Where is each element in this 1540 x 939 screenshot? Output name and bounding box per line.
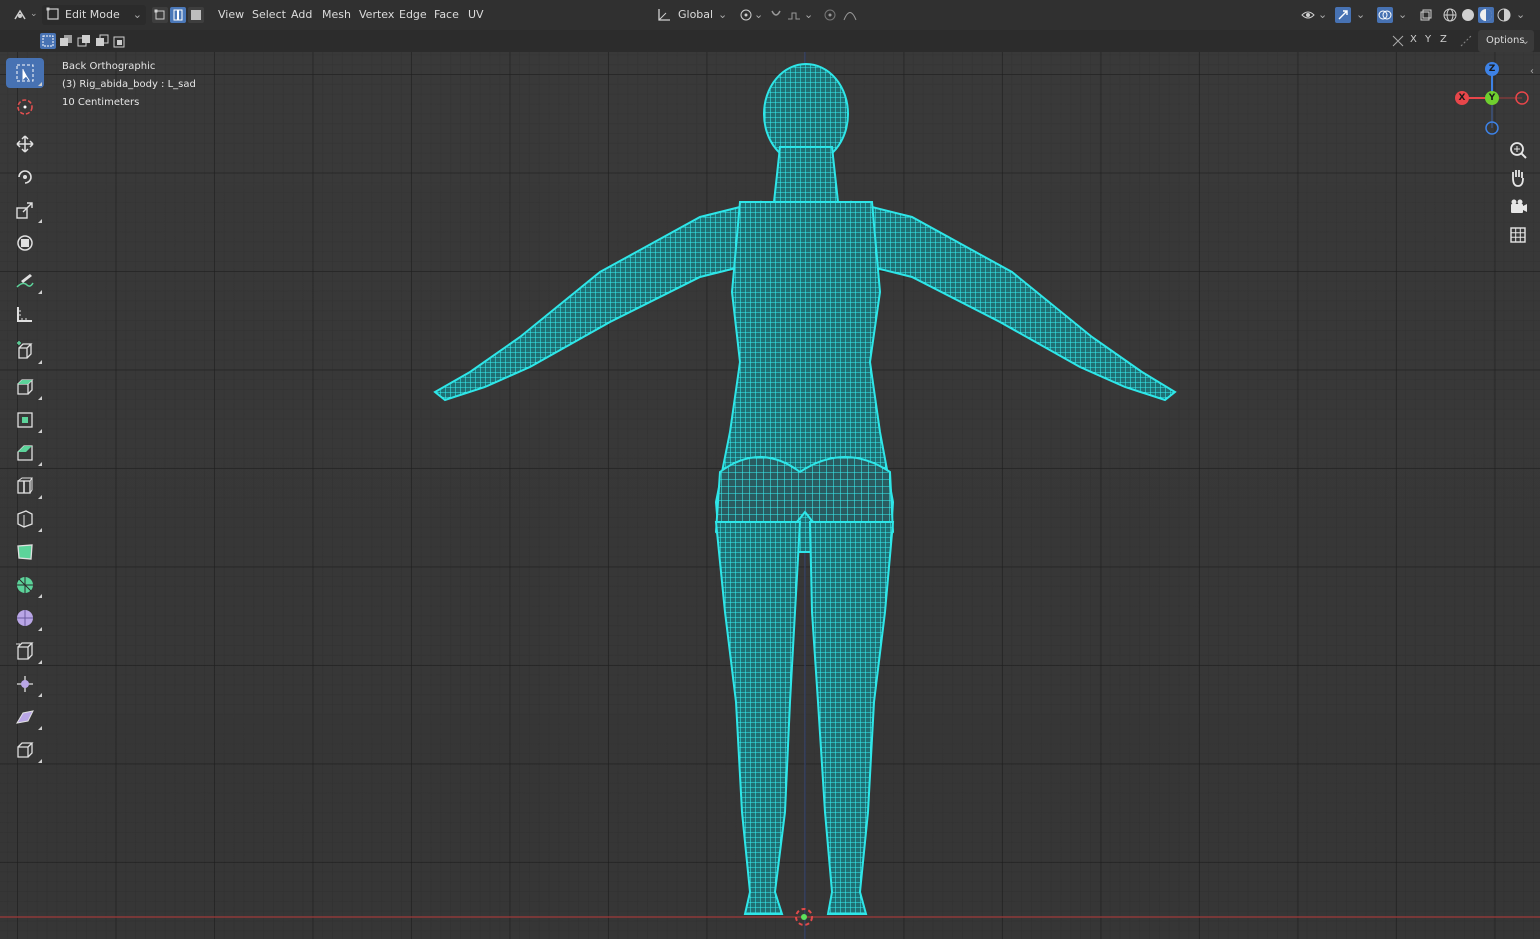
xray-icon[interactable] [1418, 7, 1434, 23]
overlays-icon[interactable] [1377, 7, 1393, 23]
gizmo-z-axis[interactable]: Z [1485, 62, 1499, 76]
smooth-tool[interactable] [6, 603, 44, 633]
menu-uv[interactable]: UV [468, 0, 484, 30]
menu-face[interactable]: Face [434, 0, 459, 30]
rotate-tool[interactable] [6, 162, 44, 192]
proportional-editing-icon[interactable] [822, 7, 838, 23]
chevron-down-icon: ⌄ [132, 8, 142, 21]
menu-select[interactable]: Select [252, 0, 286, 30]
chevron-down-icon[interactable]: ⌄ [718, 0, 727, 30]
options-label: Options [1486, 35, 1525, 46]
options-dropdown[interactable]: Options ⌄ [1478, 30, 1534, 52]
scale-tool[interactable] [6, 195, 44, 225]
select-box-tool[interactable] [6, 58, 44, 88]
pivot-point-icon[interactable] [738, 7, 754, 23]
knife-tool[interactable] [6, 504, 44, 534]
select-new-icon[interactable] [40, 33, 56, 49]
menu-view[interactable]: View [218, 0, 244, 30]
mirror-icon[interactable] [1390, 33, 1406, 49]
chevron-down-icon[interactable]: ⌄ [804, 0, 813, 30]
mirror-y-toggle[interactable]: Y [1425, 30, 1431, 50]
falloff-icon[interactable] [842, 7, 858, 23]
add-cube-tool[interactable] [6, 336, 44, 366]
wireframe-mesh[interactable] [0, 52, 1540, 939]
mirror-z-toggle[interactable]: Z [1440, 30, 1447, 50]
sidebar-toggle-icon[interactable]: ‹ [1530, 66, 1534, 77]
face-select-button[interactable] [188, 7, 204, 23]
chevron-down-icon[interactable]: ⌄ [1516, 0, 1525, 30]
solid-shading-icon[interactable] [1460, 7, 1476, 23]
edit-mode-icon [46, 7, 60, 24]
menu-edge[interactable]: Edge [399, 0, 427, 30]
tool-settings-bar: X Y Z Options ⌄ [0, 30, 1540, 52]
menu-vertex[interactable]: Vertex [359, 0, 394, 30]
measure-tool[interactable] [6, 299, 44, 329]
editor-type-icon[interactable] [12, 7, 28, 23]
gizmo-y-axis[interactable]: Y [1485, 91, 1499, 105]
camera-view-button[interactable] [1504, 193, 1532, 221]
snap-icon[interactable] [768, 7, 784, 23]
topology-mirror-icon[interactable] [1458, 33, 1474, 49]
move-tool[interactable] [6, 129, 44, 159]
spin-tool[interactable] [6, 570, 44, 600]
gizmo-toggle-icon[interactable] [1335, 7, 1351, 23]
chevron-down-icon[interactable]: ⌄ [1398, 0, 1407, 30]
chevron-down-icon[interactable]: ⌄ [1318, 0, 1327, 30]
mirror-x-toggle[interactable]: X [1410, 30, 1417, 50]
select-subtract-icon[interactable] [76, 33, 92, 49]
chevron-down-icon[interactable]: ⌄ [30, 9, 38, 19]
annotate-tool[interactable] [6, 266, 44, 296]
toggle-ortho-button[interactable] [1504, 221, 1532, 249]
poly-build-tool[interactable] [6, 537, 44, 567]
bevel-tool[interactable] [6, 438, 44, 468]
viewport-header: ⌄ Edit Mode ⌄ View Select Add Mesh Verte… [0, 0, 1540, 31]
3d-viewport[interactable] [0, 52, 1540, 939]
select-extend-icon[interactable] [58, 33, 74, 49]
chevron-down-icon: ⌄ [1520, 34, 1530, 47]
zoom-view-button[interactable] [1504, 136, 1532, 164]
pan-view-button[interactable] [1504, 164, 1532, 192]
gizmo-x-axis[interactable]: X [1455, 91, 1469, 105]
scale-info: 10 Centimeters [62, 97, 140, 108]
edge-slide-tool[interactable] [6, 636, 44, 666]
rendered-shading-icon[interactable] [1496, 7, 1512, 23]
transform-orientation-icon[interactable] [656, 7, 672, 23]
mode-selector[interactable]: Edit Mode ⌄ [42, 5, 146, 25]
visibility-icon[interactable] [1300, 7, 1316, 23]
cursor-tool[interactable] [6, 92, 44, 122]
orientation-label[interactable]: Global [678, 0, 713, 30]
wireframe-shading-icon[interactable] [1442, 7, 1458, 23]
object-info: (3) Rig_abida_body : L_sad [62, 79, 196, 90]
shear-tool[interactable] [6, 702, 44, 732]
material-shading-icon[interactable] [1478, 7, 1494, 23]
inset-faces-tool[interactable] [6, 405, 44, 435]
edge-select-button[interactable] [170, 7, 186, 23]
shrink-fatten-tool[interactable] [6, 669, 44, 699]
menu-mesh[interactable]: Mesh [322, 0, 351, 30]
view-name: Back Orthographic [62, 61, 156, 72]
extrude-region-tool[interactable] [6, 372, 44, 402]
chevron-down-icon[interactable]: ⌄ [1356, 0, 1365, 30]
loop-cut-tool[interactable] [6, 471, 44, 501]
chevron-down-icon[interactable]: ⌄ [754, 0, 763, 30]
snap-target-icon[interactable] [786, 7, 802, 23]
transform-tool[interactable] [6, 228, 44, 258]
mode-label: Edit Mode [65, 8, 120, 21]
vertex-select-button[interactable] [152, 7, 168, 23]
menu-add[interactable]: Add [291, 0, 312, 30]
select-difference-icon[interactable] [94, 33, 110, 49]
select-intersect-icon[interactable] [112, 33, 128, 49]
rip-region-tool[interactable] [6, 735, 44, 765]
